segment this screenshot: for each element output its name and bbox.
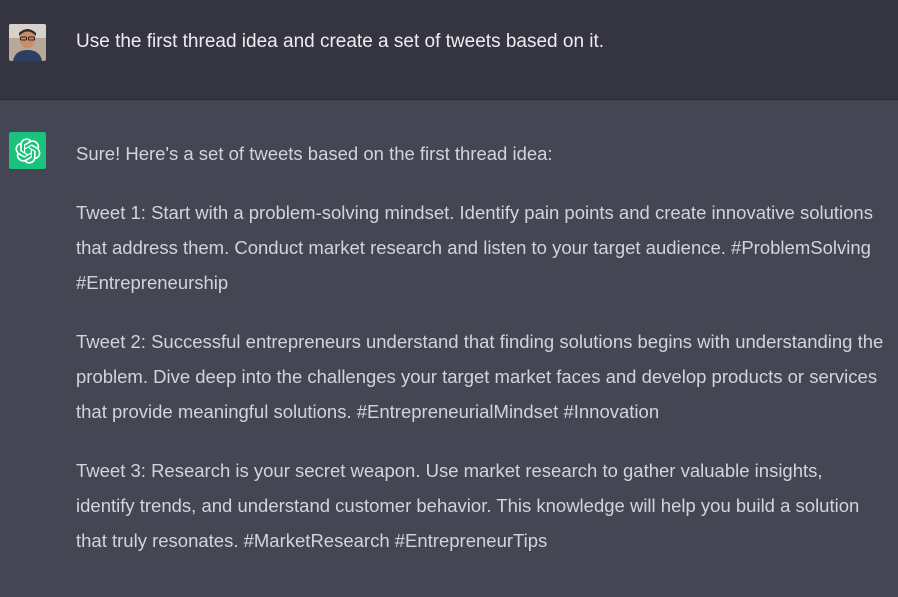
user-message-row: Use the first thread idea and create a s… (0, 0, 898, 100)
tweet-paragraph-1: Tweet 1: Start with a problem-solving mi… (76, 202, 873, 293)
user-avatar (9, 24, 46, 61)
assistant-message-content: Sure! Here's a set of tweets based on th… (76, 136, 886, 582)
tweet-paragraph-2: Tweet 2: Successful entrepreneurs unders… (76, 331, 884, 422)
assistant-message-row: Sure! Here's a set of tweets based on th… (0, 100, 898, 597)
user-message-text: Use the first thread idea and create a s… (76, 31, 605, 52)
assistant-intro-text: Sure! Here's a set of tweets based on th… (76, 143, 553, 164)
tweet-paragraph-3: Tweet 3: Research is your secret weapon.… (76, 460, 860, 551)
openai-logo-icon (14, 137, 40, 164)
assistant-avatar (9, 132, 46, 169)
user-avatar-icon (9, 24, 46, 61)
